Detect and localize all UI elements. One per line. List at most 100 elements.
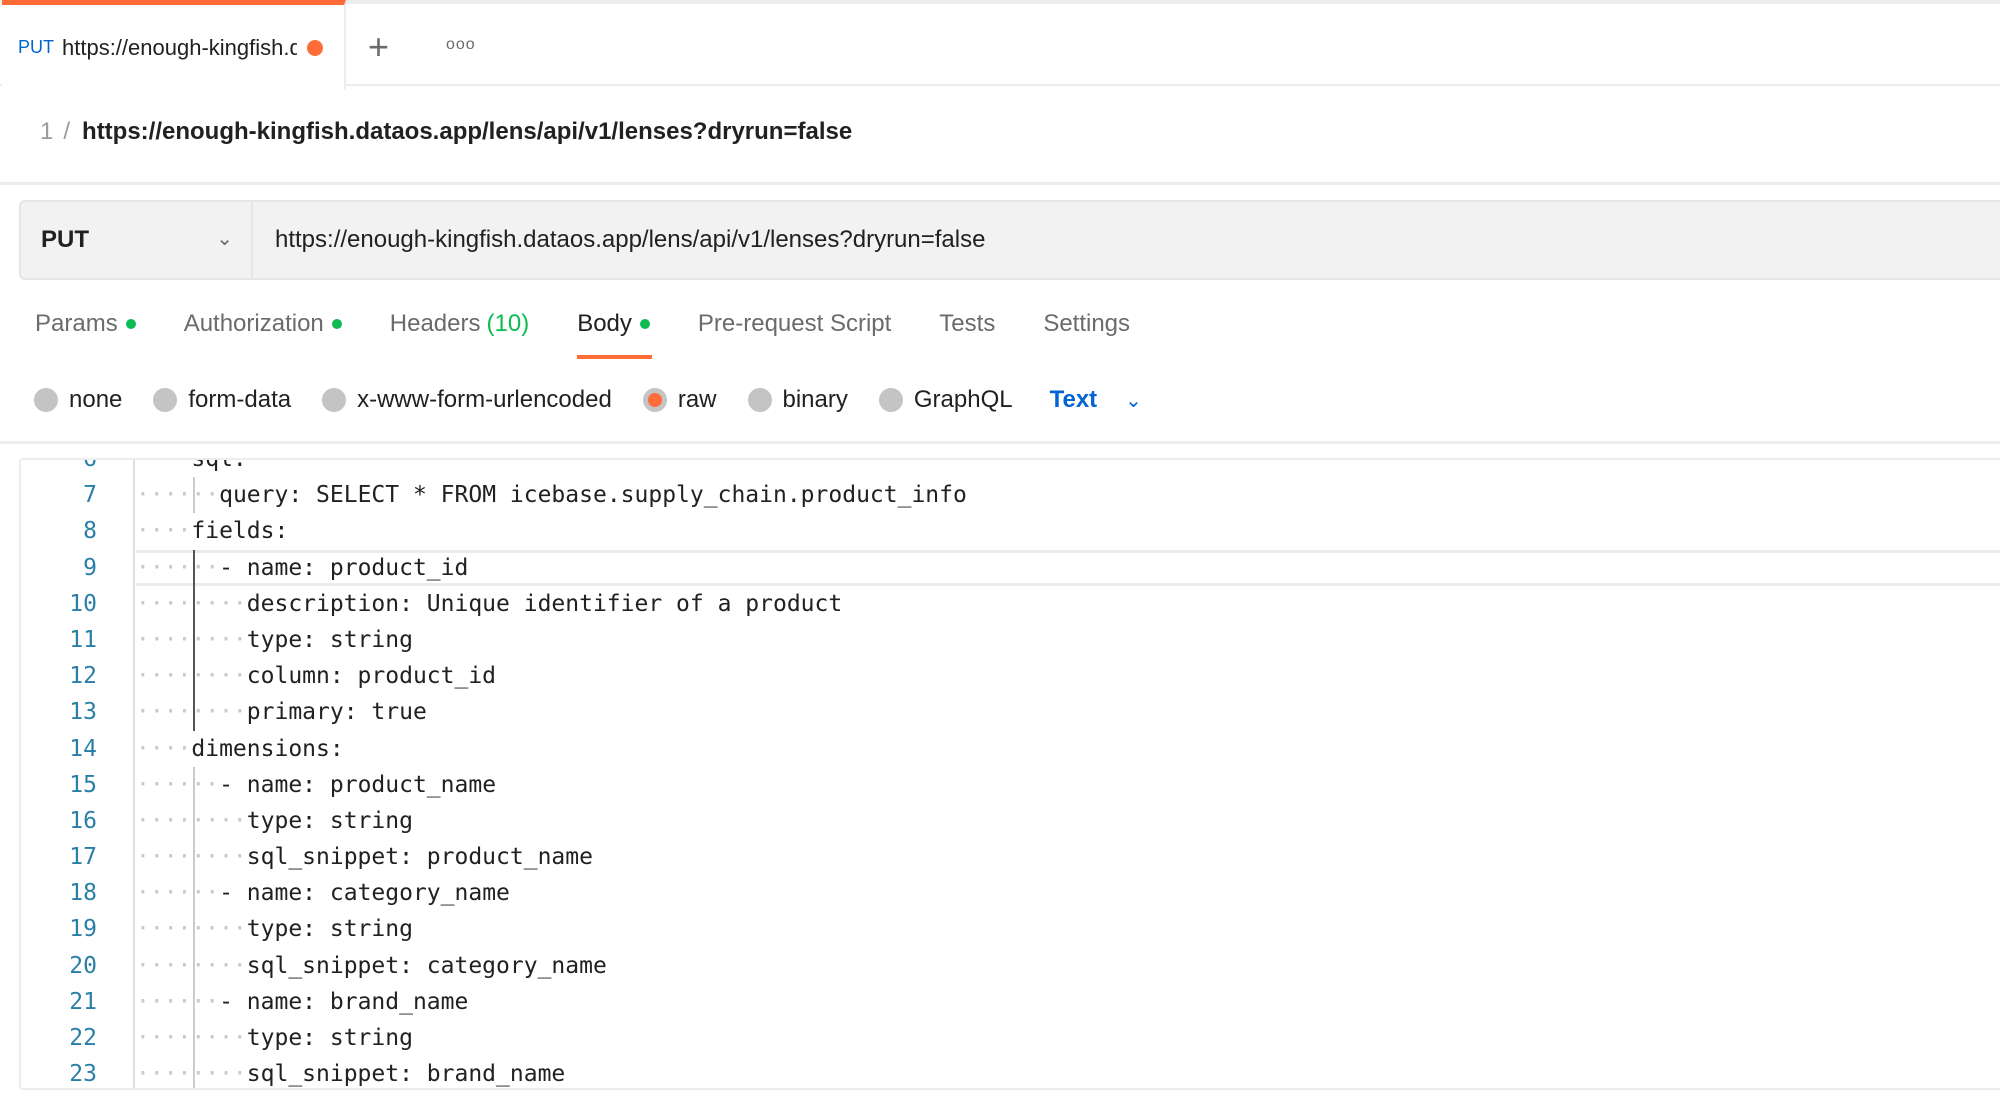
tab-params[interactable]: Params (35, 310, 136, 338)
code-line: 10 ········description: Unique identifier… (21, 586, 2000, 622)
code-text: ········type: string (136, 916, 413, 943)
radio-label: raw (677, 386, 717, 413)
radio-label: x-www-form-urlencoded (357, 386, 612, 413)
tab-bar: PUT https://enough-kingfish.dataos.app/l… (0, 0, 2000, 90)
code-line: 15 ······- name: product_name (21, 767, 2000, 803)
line-number: 14 (69, 735, 97, 762)
tab-method: PUT (18, 37, 54, 57)
indent-guide (193, 477, 195, 514)
tab-label: Body (577, 310, 632, 337)
line-number: 10 (69, 590, 97, 617)
line-number: 7 (83, 482, 97, 509)
radio-x-www-form-urlencoded[interactable]: x-www-form-urlencoded (322, 386, 612, 414)
radio-icon (153, 388, 178, 412)
radio-none[interactable]: none (34, 386, 122, 414)
line-number: 12 (69, 663, 97, 690)
code-text: ······query: SELECT * FROM icebase.suppl… (136, 482, 967, 509)
code-line: 23 ········sql_snippet: brand_name (21, 1056, 2000, 1088)
radio-binary[interactable]: binary (747, 386, 848, 414)
line-number: 6 (83, 458, 97, 472)
code-text: ········sql_snippet: product_name (136, 844, 593, 871)
code-text: ······- name: product_name (136, 771, 497, 798)
new-tab-button[interactable]: + (368, 26, 389, 68)
line-number: 21 (69, 988, 97, 1015)
more-tabs-icon[interactable]: ooo (446, 36, 476, 54)
tab-pre-request-script[interactable]: Pre-request Script (698, 310, 891, 338)
status-dot-icon (331, 319, 342, 329)
code-line: 9 ······- name: product_id (21, 549, 2000, 586)
code-line: 14 ····dimensions: (21, 731, 2000, 767)
tab-settings[interactable]: Settings (1043, 310, 1130, 338)
code-text: ········sql_snippet: category_name (136, 952, 607, 979)
url-input[interactable]: https://enough-kingfish.dataos.app/lens/… (253, 202, 985, 278)
line-number: 23 (69, 1061, 97, 1088)
code-line: 7 ······query: SELECT * FROM icebase.supp… (21, 477, 2000, 513)
code-line: 19 ········type: string (21, 911, 2000, 947)
radio-label: binary (782, 386, 848, 413)
code-text: ········column: product_id (136, 663, 497, 690)
line-number: 15 (69, 771, 97, 798)
radio-icon (878, 388, 903, 412)
code-text: ······- name: brand_name (136, 988, 469, 1015)
code-line: 16 ········type: string (21, 803, 2000, 839)
code-line: 22 ········type: string (21, 1020, 2000, 1056)
radio-label: form-data (188, 386, 292, 413)
divider (0, 441, 2000, 444)
code-text: ········description: Unique identifier o… (136, 590, 843, 617)
code-line: 12 ········column: product_id (21, 658, 2000, 694)
tab-tests[interactable]: Tests (939, 310, 995, 338)
tab-label: Pre-request Script (697, 310, 892, 337)
line-number: 13 (69, 699, 97, 726)
breadcrumb: 1 / https://enough-kingfish.dataos.app/len… (40, 118, 852, 146)
code-text: ········type: string (136, 1025, 413, 1051)
method-select[interactable]: PUT ⌄ (21, 202, 253, 278)
divider (0, 182, 2000, 185)
tab-label: Params (35, 310, 118, 337)
radio-raw[interactable]: raw (642, 386, 717, 414)
body-type-radios: none form-data x-www-form-urlencoded raw… (34, 386, 1142, 414)
tab-label: Headers (389, 310, 481, 337)
code-lines: 6 ····sql: 7 ······query: SELECT * FROM ice… (21, 458, 2000, 1088)
line-number: 19 (69, 916, 97, 943)
radio-form-data[interactable]: form-data (153, 386, 291, 414)
method-value: PUT (41, 226, 89, 253)
line-number: 8 (83, 518, 97, 545)
line-number: 11 (69, 626, 97, 653)
code-line: 18 ······- name: category_name (21, 875, 2000, 911)
code-text: ····fields: (136, 518, 289, 545)
request-tab[interactable]: PUT https://enough-kingfish.dataos.app/l… (2, 0, 346, 90)
code-text: ····dimensions: (136, 735, 344, 762)
body-editor[interactable]: 6 ····sql: 7 ······query: SELECT * FROM ice… (19, 458, 2000, 1090)
status-dot-icon (125, 319, 136, 329)
tab-label: Settings (1043, 310, 1131, 337)
code-line: 8 ····fields: (21, 513, 2000, 549)
tab-label: Authorization (183, 310, 324, 337)
code-line: 13 ········primary: true (21, 694, 2000, 730)
breadcrumb-index: 1 (40, 118, 54, 145)
code-line: 21 ······- name: brand_name (21, 984, 2000, 1020)
line-number: 16 (69, 807, 97, 834)
tab-title: https://enough-kingfish.dataos.app/lens/… (62, 34, 297, 60)
radio-selected-icon (642, 388, 667, 412)
tab-headers[interactable]: Headers (10) (390, 310, 529, 338)
format-select[interactable]: Text (1050, 386, 1098, 414)
breadcrumb-separator: / (63, 118, 71, 145)
radio-icon (322, 388, 347, 412)
url-bar: PUT ⌄ https://enough-kingfish.dataos.app… (19, 200, 2000, 280)
code-line: 11 ········type: string (21, 622, 2000, 658)
chevron-down-icon[interactable]: ⌄ (1125, 388, 1142, 413)
indent-guide (193, 549, 195, 731)
request-name[interactable]: https://enough-kingfish.dataos.app/lens/… (82, 118, 852, 145)
radio-label: GraphQL (913, 386, 1013, 413)
tab-body[interactable]: Body (577, 310, 652, 359)
line-number: 22 (69, 1025, 97, 1051)
radio-icon (34, 388, 58, 412)
tab-authorization[interactable]: Authorization (184, 310, 342, 338)
line-number: 20 (69, 952, 97, 979)
radio-graphql[interactable]: GraphQL (878, 386, 1013, 414)
code-line: 17 ········sql_snippet: product_name (21, 839, 2000, 875)
line-number: 18 (69, 880, 97, 907)
radio-icon (747, 388, 772, 412)
request-tabs: Params Authorization Headers (10) Body Pr… (35, 310, 1178, 359)
code-text: ········type: string (136, 807, 413, 834)
